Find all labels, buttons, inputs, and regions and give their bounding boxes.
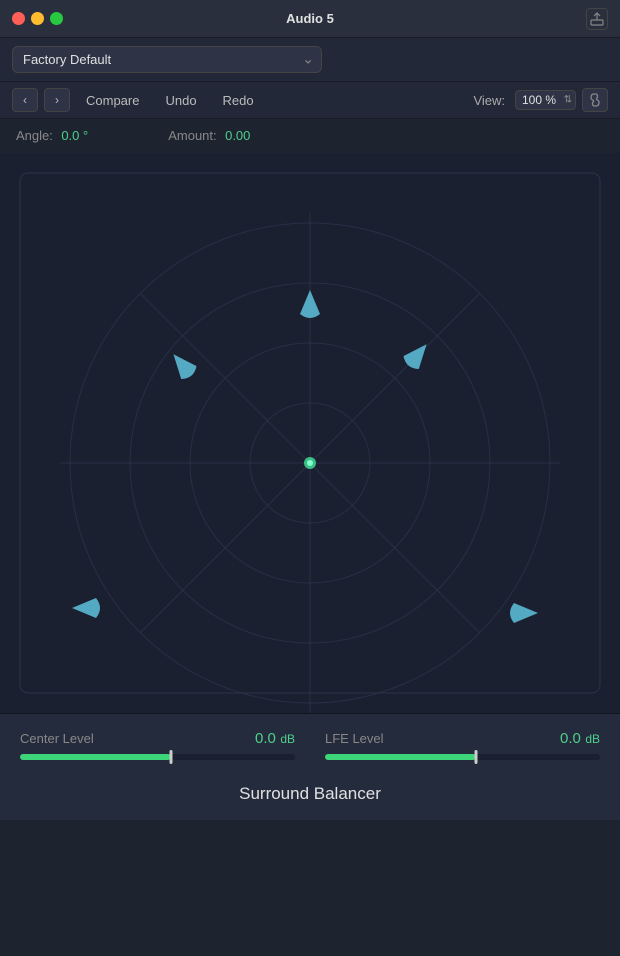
amount-value: 0.00 <box>225 128 250 143</box>
forward-button[interactable]: › <box>44 88 70 112</box>
preset-select[interactable]: Factory Default <box>12 46 322 73</box>
view-label: View: <box>473 93 505 108</box>
window-title: Audio 5 <box>286 11 334 26</box>
center-level-group: Center Level 0.0 dB <box>20 730 295 760</box>
bottom-panel: Center Level 0.0 dB LFE Level 0.0 dB <box>0 713 620 820</box>
polar-display[interactable] <box>0 153 620 713</box>
undo-button[interactable]: Undo <box>155 90 206 111</box>
back-button[interactable]: ‹ <box>12 88 38 112</box>
center-level-fill <box>20 754 171 760</box>
preset-bar: Factory Default <box>0 38 620 82</box>
lfe-level-value: 0.0 <box>560 730 581 747</box>
toolbar: ‹ › Compare Undo Redo View: 100 % <box>0 82 620 119</box>
lfe-level-header: LFE Level 0.0 dB <box>325 730 600 748</box>
close-button[interactable] <box>12 12 25 25</box>
minimize-button[interactable] <box>31 12 44 25</box>
center-level-value: 0.0 <box>255 730 276 747</box>
export-button[interactable] <box>586 8 608 30</box>
amount-label: Amount: <box>168 128 216 143</box>
center-level-unit: dB <box>280 732 295 746</box>
compare-button[interactable]: Compare <box>76 90 149 111</box>
preset-wrapper: Factory Default <box>12 46 322 73</box>
lfe-level-unit: dB <box>585 732 600 746</box>
angle-param: Angle: 0.0 ° <box>16 127 88 145</box>
angle-value: 0.0 ° <box>61 128 88 143</box>
polar-grid <box>0 153 620 713</box>
lfe-level-thumb <box>475 750 478 764</box>
params-row: Angle: 0.0 ° Amount: 0.00 <box>0 119 620 153</box>
traffic-lights <box>12 12 63 25</box>
lfe-level-fill <box>325 754 476 760</box>
amount-param: Amount: 0.00 <box>168 127 250 145</box>
center-level-label: Center Level <box>20 731 94 746</box>
fullscreen-button[interactable] <box>50 12 63 25</box>
angle-label: Angle: <box>16 128 53 143</box>
view-select[interactable]: 100 % <box>515 90 576 110</box>
title-bar: Audio 5 <box>0 0 620 38</box>
center-level-header: Center Level 0.0 dB <box>20 730 295 748</box>
lfe-level-group: LFE Level 0.0 dB <box>325 730 600 760</box>
lfe-level-label: LFE Level <box>325 731 384 746</box>
app-name: Surround Balancer <box>20 772 600 812</box>
link-button[interactable] <box>582 88 608 112</box>
redo-button[interactable]: Redo <box>213 90 264 111</box>
levels-row: Center Level 0.0 dB LFE Level 0.0 dB <box>20 730 600 760</box>
center-level-slider[interactable] <box>20 754 295 760</box>
center-level-thumb <box>170 750 173 764</box>
lfe-level-slider[interactable] <box>325 754 600 760</box>
view-select-wrapper: 100 % <box>515 90 576 110</box>
